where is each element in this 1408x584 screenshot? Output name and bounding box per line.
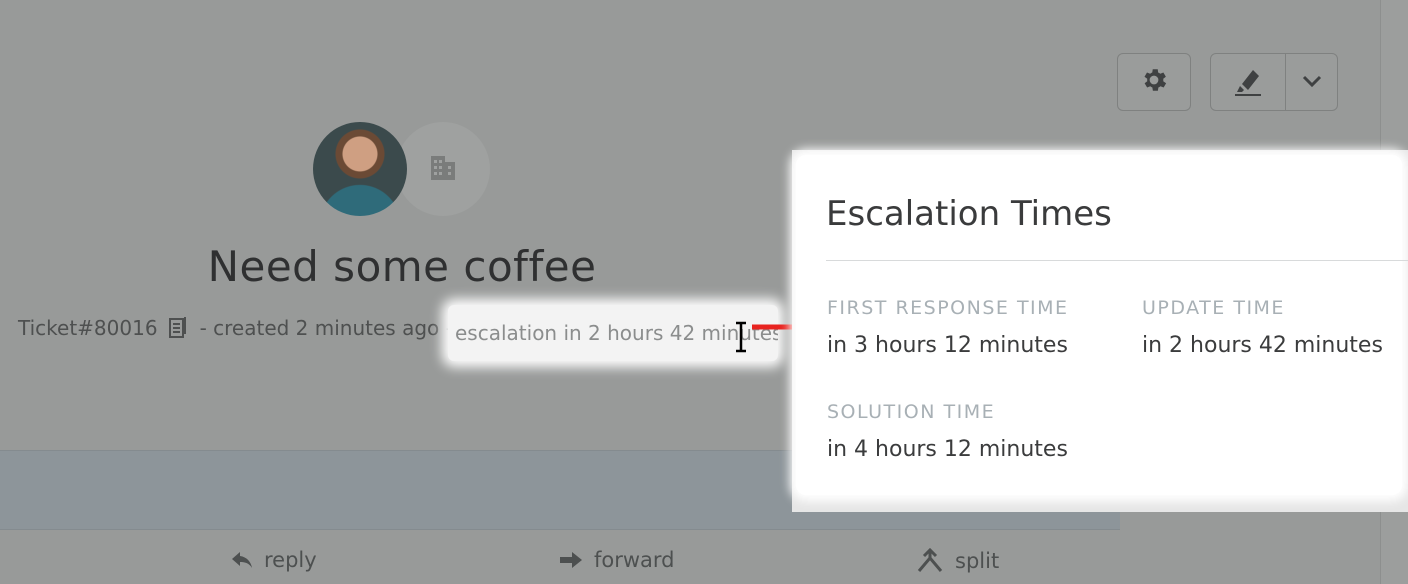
reply-icon [232, 552, 252, 568]
ticket-number: Ticket#80016 [18, 316, 158, 340]
highlight-button[interactable] [1211, 54, 1286, 110]
edit-button-group [1210, 53, 1338, 111]
solution-time-value: in 4 hours 12 minutes [827, 437, 1068, 462]
escalation-label[interactable]: escalation in 2 hours 42 minutes [448, 305, 778, 361]
reply-label: reply [264, 548, 317, 572]
customer-avatar[interactable] [313, 122, 407, 216]
split-action[interactable]: split [915, 548, 999, 574]
gear-icon [1139, 65, 1169, 99]
split-icon [917, 548, 943, 572]
ticket-meta: Ticket#80016 - created 2 minutes ago - [18, 316, 453, 340]
solution-time-label: SOLUTION TIME [827, 401, 996, 423]
forward-icon [560, 552, 582, 568]
first-response-label: FIRST RESPONSE TIME [827, 297, 1069, 319]
popover-divider [826, 260, 1408, 261]
forward-label: forward [594, 548, 675, 572]
organization-avatar[interactable] [396, 122, 490, 216]
text-cursor-icon [736, 321, 746, 353]
chevron-down-icon [1301, 73, 1323, 92]
reply-action[interactable]: reply [230, 548, 317, 572]
update-time-label: UPDATE TIME [1142, 297, 1285, 319]
dropdown-toggle-button[interactable] [1286, 54, 1337, 110]
ticket-created: - created 2 minutes ago - [199, 316, 453, 340]
split-label: split [955, 549, 1000, 573]
ticket-title[interactable]: Need some coffee [0, 242, 804, 291]
highlighter-icon [1231, 62, 1265, 102]
building-icon [429, 154, 457, 184]
popover-title: Escalation Times [826, 194, 1112, 234]
copy-icon[interactable] [168, 316, 190, 340]
settings-button[interactable] [1117, 53, 1191, 111]
forward-action[interactable]: forward [558, 548, 675, 572]
first-response-value: in 3 hours 12 minutes [827, 333, 1068, 358]
update-time-value: in 2 hours 42 minutes [1142, 333, 1383, 358]
